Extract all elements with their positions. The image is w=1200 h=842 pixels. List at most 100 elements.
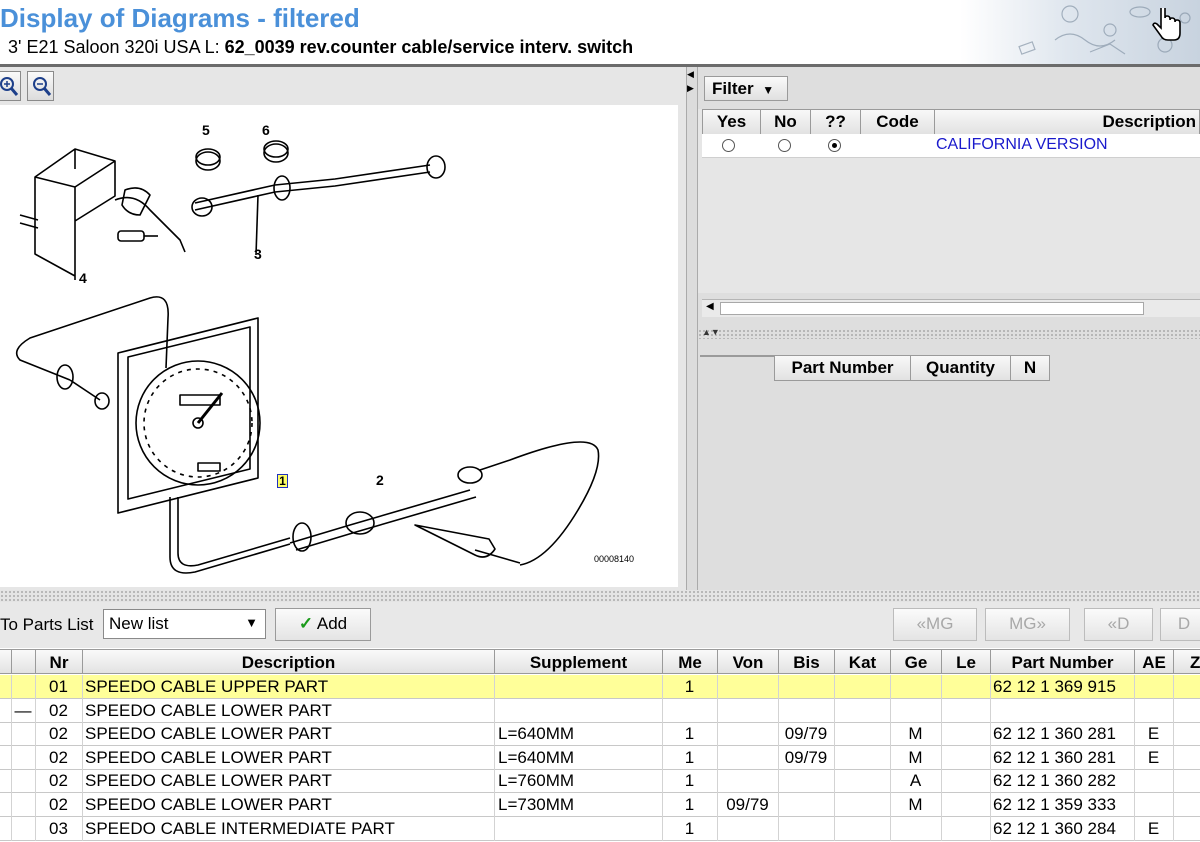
column-description[interactable]: Description — [934, 109, 1200, 135]
previous-d-button[interactable]: «D — [1084, 608, 1153, 641]
cell-part-number: 62 12 1 369 915 — [990, 675, 1135, 699]
cell-description: SPEEDO CABLE LOWER PART — [82, 722, 495, 747]
diagram-image[interactable]: 5 6 3 4 1 2 00008140 — [0, 105, 678, 587]
zoom-in-icon — [0, 77, 19, 96]
column-unknown[interactable]: ?? — [810, 109, 861, 135]
intermediate-cable-drawing — [194, 164, 431, 204]
cell-le — [941, 675, 991, 699]
grommet-6-drawing — [263, 143, 289, 163]
cell-supplement: L=760MM — [494, 769, 663, 794]
column-bis[interactable]: Bis — [778, 649, 835, 674]
part-detail-table-header: Part Number Quantity N — [700, 355, 1200, 381]
scrollbar-thumb[interactable] — [720, 302, 1144, 315]
cell-von — [717, 698, 779, 723]
column-von[interactable]: Von — [717, 649, 779, 674]
table-row[interactable]: 02 SPEEDO CABLE LOWER PART L=760MM 1 A 62 12 … — [0, 769, 1200, 794]
cell-ge — [890, 816, 942, 841]
horizontal-splitter[interactable] — [0, 590, 1200, 602]
lower-cable-drawing — [289, 489, 471, 544]
image-code: 00008140 — [594, 554, 635, 564]
cell-part-number: 62 12 1 360 281 — [990, 745, 1135, 770]
column-nr[interactable]: Nr — [35, 649, 83, 674]
table-row[interactable]: 03 SPEEDO CABLE INTERMEDIATE PART 1 62 12 1… — [0, 816, 1200, 841]
callout-2[interactable]: 2 — [376, 472, 384, 488]
column-me[interactable]: Me — [662, 649, 718, 674]
parts-list-toolbar: To Parts List New list ▼ ✓ Add «MG MG» «… — [0, 602, 1200, 648]
collapse-right-icon[interactable]: ▶ — [687, 83, 694, 94]
zoom-in-button[interactable] — [0, 71, 21, 101]
cell-le — [941, 745, 991, 770]
cell-kat — [834, 745, 891, 770]
column-code[interactable]: Code — [860, 109, 935, 135]
cell-supplement — [494, 675, 663, 699]
radio-unknown[interactable] — [828, 139, 841, 152]
cell-supplement — [494, 816, 663, 841]
cell-z — [1173, 722, 1200, 746]
callout-6[interactable]: 6 — [262, 122, 270, 138]
table-row[interactable]: —02 SPEEDO CABLE LOWER PART — [0, 698, 1200, 723]
column-description[interactable]: Description — [82, 649, 495, 674]
vertical-splitter[interactable]: ◀ ▶ — [686, 67, 698, 590]
cell-kat — [834, 816, 891, 841]
cell-nr: 02 — [35, 793, 83, 817]
splitter-arrows-icon[interactable]: ▲▼ — [702, 327, 720, 337]
horizontal-scrollbar[interactable]: ◀ — [702, 299, 1200, 317]
scroll-left-icon[interactable]: ◀ — [706, 301, 714, 312]
cell-z — [1173, 817, 1200, 841]
add-button[interactable]: ✓ Add — [275, 608, 371, 641]
column-z[interactable]: Z — [1173, 649, 1200, 674]
column-ae[interactable]: AE — [1134, 649, 1174, 674]
vehicle-model: 3' E21 Saloon 320i USA L: — [8, 37, 225, 57]
filter-row: CALIFORNIA VERSION — [702, 134, 1200, 158]
vehicle-info: 3' E21 Saloon 320i USA L: 62_0039 rev.co… — [8, 37, 633, 58]
column-ge[interactable]: Ge — [890, 649, 942, 674]
page-title: Display of Diagrams - filtered — [0, 3, 360, 33]
filter-description: CALIFORNIA VERSION — [936, 136, 1108, 153]
cell-part-number: 62 12 1 359 333 — [990, 793, 1135, 817]
column-le[interactable]: Le — [941, 649, 991, 674]
table-row[interactable]: 02 SPEEDO CABLE LOWER PART L=730MM 1 09/79 M 6… — [0, 793, 1200, 817]
callout-5[interactable]: 5 — [202, 122, 210, 138]
radio-yes[interactable] — [722, 139, 735, 152]
column-n[interactable]: N — [1010, 355, 1050, 381]
cell-mark — [11, 675, 36, 699]
callout-1-highlighted[interactable]: 1 — [277, 474, 288, 488]
cell-nr: 02 — [35, 698, 83, 723]
column-kat[interactable]: Kat — [834, 649, 891, 674]
column-yes[interactable]: Yes — [702, 109, 761, 135]
cell-part-number: 62 12 1 360 281 — [990, 722, 1135, 747]
column-part-number[interactable]: Part Number — [990, 649, 1135, 674]
diagram-name: 62_0039 rev.counter cable/service interv… — [224, 37, 634, 57]
hand-cursor-icon — [1152, 5, 1182, 49]
filter-splitter[interactable]: ▲▼ — [698, 327, 1200, 339]
column-supplement[interactable]: Supplement — [494, 649, 663, 674]
header: Display of Diagrams - filtered 3' E21 Sa… — [0, 0, 1200, 67]
previous-mg-button[interactable]: «MG — [893, 608, 977, 641]
cell-part-number: 62 12 1 360 284 — [990, 816, 1135, 841]
column-part-number[interactable]: Part Number — [774, 355, 911, 381]
table-row[interactable]: 01 SPEEDO CABLE UPPER PART 1 62 12 1 369 91… — [0, 675, 1200, 699]
cell-z — [1173, 769, 1200, 793]
column-quantity[interactable]: Quantity — [910, 355, 1011, 381]
next-mg-button[interactable]: MG» — [985, 608, 1070, 641]
table-row[interactable]: 02 SPEEDO CABLE LOWER PART L=640MM 1 09/79 M 6… — [0, 745, 1200, 770]
column-mark — [11, 649, 36, 674]
service-switch-drawing — [34, 148, 116, 280]
cell-kat — [834, 675, 891, 699]
table-row[interactable]: 02 SPEEDO CABLE LOWER PART L=640MM 1 09/79 M 6… — [0, 722, 1200, 747]
zoom-out-button[interactable] — [27, 71, 54, 101]
parts-list-select[interactable]: New list ▼ — [103, 609, 266, 639]
cell-nr: 02 — [35, 722, 83, 747]
column-no[interactable]: No — [760, 109, 811, 135]
cell-kat — [834, 769, 891, 794]
radio-no[interactable] — [778, 139, 791, 152]
callout-4[interactable]: 4 — [79, 270, 87, 286]
column-blank-1 — [700, 355, 725, 357]
callout-3[interactable]: 3 — [254, 246, 262, 262]
cell-le — [941, 698, 991, 723]
parts-table-header: Nr Description Supplement Me Von Bis Kat… — [0, 649, 1200, 675]
filter-dropdown-button[interactable]: Filter ▼ — [704, 76, 788, 101]
collapse-left-icon[interactable]: ◀ — [687, 69, 694, 80]
next-d-button[interactable]: D — [1160, 608, 1200, 641]
parts-diagram-drawing — [15, 140, 600, 574]
